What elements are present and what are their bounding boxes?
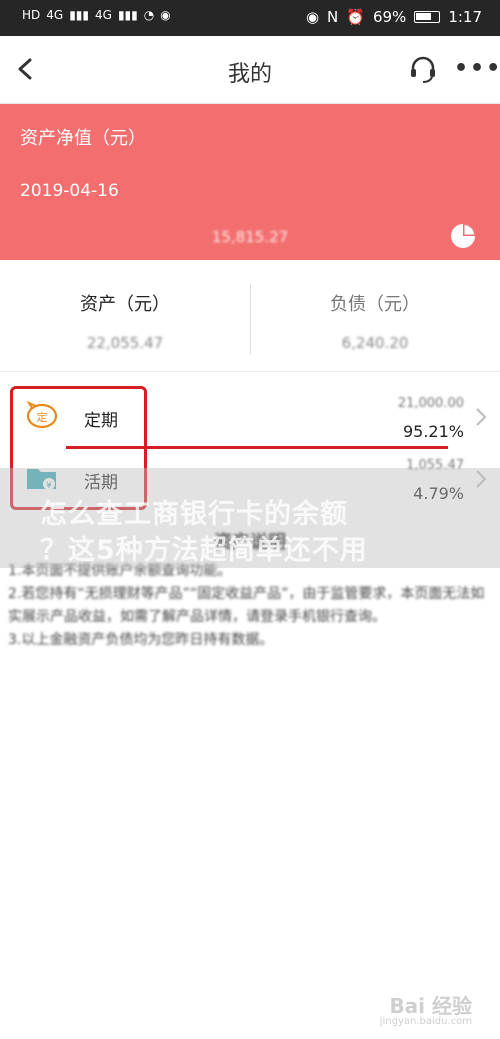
hd-indicator: HD [22, 8, 41, 22]
net-asset-date: 2019-04-16 [20, 181, 119, 201]
time-deposit-percent: 95.21% [402, 422, 464, 441]
nfc-icon: N [327, 8, 339, 26]
status-left: HD 4G ▮▮▮ 4G ▮▮▮ ◔ ◉ [22, 8, 171, 22]
assets-value: 22,055.47 [86, 334, 164, 352]
battery-percent: 69% [372, 8, 407, 26]
eye-icon: ◉ [305, 8, 320, 26]
signal-icon: ▮▮▮ [117, 8, 138, 22]
notes-line-2: 2.若您持有“无损理财等产品”“固定收益产品”，由于监管要求，本页面无法如实展示… [8, 586, 485, 625]
network-type-2: 4G [95, 8, 112, 22]
customer-service-icon[interactable] [408, 54, 438, 84]
status-right: ◉ N ⏰ 69% 1:17 [306, 8, 482, 26]
liabilities-value: 6,240.20 [341, 334, 409, 352]
wifi-icon: ◔ [143, 8, 155, 22]
asset-liability-summary: 资产（元） 22,055.47 负债（元） 6,240.20 [0, 260, 500, 372]
watermark-url: jingyan.baidu.com [379, 1016, 472, 1027]
signal-icon: ▮▮▮ [69, 8, 90, 22]
alarm-icon: ⏰ [346, 8, 365, 26]
clock: 1:17 [448, 8, 482, 26]
nav-bar: 我的 ••• [0, 36, 500, 104]
article-title-overlay: 怎么查工商银行卡的余额 ？这5种方法超简单还不用 [0, 468, 500, 568]
net-asset-label: 资产净值（元） [20, 128, 146, 149]
network-type-1: 4G [46, 8, 64, 22]
net-asset-banner: 资产净值（元） 2019-04-16 15,815.27 [0, 104, 500, 260]
assets-label: 资产（元） [80, 294, 170, 315]
pie-chart-icon[interactable] [449, 222, 477, 250]
more-options-icon[interactable]: ••• [454, 56, 500, 81]
baidu-jingyan-logo: Bai 经验 [389, 994, 472, 1018]
status-bar: HD 4G ▮▮▮ 4G ▮▮▮ ◔ ◉ ◉ N ⏰ 69% 1:17 [0, 0, 500, 36]
overlay-title-line-1: 怎么查工商银行卡的余额 [40, 499, 348, 530]
battery-icon [414, 11, 441, 23]
chevron-right-icon [476, 408, 487, 426]
net-asset-value: 15,815.27 [211, 228, 289, 246]
liabilities-summary[interactable]: 负债（元） 6,240.20 [250, 260, 500, 372]
assets-summary[interactable]: 资产（元） 22,055.47 [0, 260, 250, 372]
highlight-underline [66, 446, 448, 449]
time-deposit-amount: 21,000.00 [397, 396, 464, 411]
location-icon: ◉ [160, 8, 171, 22]
notes-line-3: 3.以上金融资产负债均为您昨日持有数据。 [8, 632, 274, 648]
overlay-title-line-2: ？这5种方法超简单还不用 [40, 535, 368, 566]
liabilities-label: 负债（元） [330, 294, 420, 315]
